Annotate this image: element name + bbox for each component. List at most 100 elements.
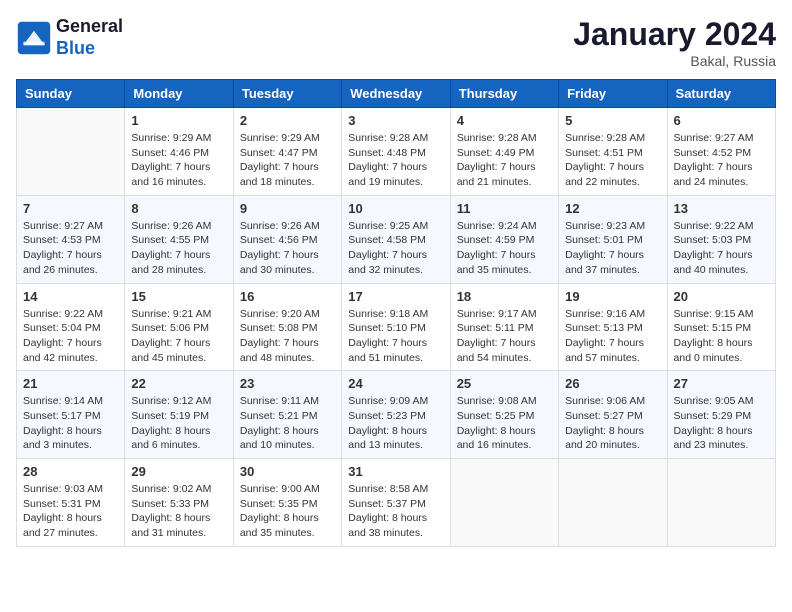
day-number: 22 (131, 376, 226, 391)
day-number: 27 (674, 376, 769, 391)
calendar-cell: 2Sunrise: 9:29 AMSunset: 4:47 PMDaylight… (233, 108, 341, 196)
calendar-cell: 18 Sunrise: 9:17 AMSunset: 5:11 PMDayligh… (450, 283, 558, 371)
day-info: Sunrise: 9:02 AMSunset: 5:33 PMDaylight:… (131, 482, 226, 541)
day-number: 10 (348, 201, 443, 216)
day-number: 4 (457, 113, 552, 128)
column-header-sunday: Sunday (17, 80, 125, 108)
day-info: Sunrise: 9:00 AMSunset: 5:35 PMDaylight:… (240, 482, 335, 541)
calendar-cell: 3 Sunrise: 9:28 AMSunset: 4:48 PMDaylight… (342, 108, 450, 196)
day-info: Sunrise: 9:21 AMSunset: 5:06 PMDaylight:… (131, 307, 226, 366)
logo-line1: General (56, 16, 123, 38)
column-header-saturday: Saturday (667, 80, 775, 108)
calendar-cell: 9 Sunrise: 9:26 AMSunset: 4:56 PMDaylight… (233, 195, 341, 283)
calendar-cell (450, 459, 558, 547)
calendar-cell: 13Sunrise: 9:22 AMSunset: 5:03 PMDayligh… (667, 195, 775, 283)
day-info: Sunrise: 9:26 AMSunset: 4:55 PMDaylight:… (131, 219, 226, 278)
column-header-monday: Monday (125, 80, 233, 108)
calendar-week-row: 21 Sunrise: 9:14 AMSunset: 5:17 PMDayligh… (17, 371, 776, 459)
calendar-cell (17, 108, 125, 196)
calendar-cell: 30 Sunrise: 9:00 AMSunset: 5:35 PMDayligh… (233, 459, 341, 547)
calendar-cell (667, 459, 775, 547)
day-number: 5 (565, 113, 660, 128)
day-info: Sunrise: 9:27 AMSunset: 4:53 PMDaylight:… (23, 219, 118, 278)
day-number: 9 (240, 201, 335, 216)
day-info: Sunrise: 9:11 AMSunset: 5:21 PMDaylight:… (240, 394, 335, 453)
calendar-table: SundayMondayTuesdayWednesdayThursdayFrid… (16, 79, 776, 547)
column-header-thursday: Thursday (450, 80, 558, 108)
calendar-cell: 22Sunrise: 9:12 AMSunset: 5:19 PMDayligh… (125, 371, 233, 459)
day-info: Sunrise: 9:15 AMSunset: 5:15 PMDaylight:… (674, 307, 769, 366)
calendar-cell: 1 Sunrise: 9:29 AMSunset: 4:46 PMDaylight… (125, 108, 233, 196)
day-number: 20 (674, 289, 769, 304)
calendar-cell: 24 Sunrise: 9:09 AMSunset: 5:23 PMDayligh… (342, 371, 450, 459)
day-number: 3 (348, 113, 443, 128)
column-header-friday: Friday (559, 80, 667, 108)
day-info: Sunrise: 9:14 AMSunset: 5:17 PMDaylight:… (23, 394, 118, 453)
calendar-header-row: SundayMondayTuesdayWednesdayThursdayFrid… (17, 80, 776, 108)
day-number: 8 (131, 201, 226, 216)
logo-text: General Blue (56, 16, 123, 59)
calendar-week-row: 7Sunrise: 9:27 AMSunset: 4:53 PMDaylight… (17, 195, 776, 283)
day-number: 14 (23, 289, 118, 304)
day-number: 16 (240, 289, 335, 304)
day-number: 6 (674, 113, 769, 128)
day-info: Sunrise: 9:22 AMSunset: 5:04 PMDaylight:… (23, 307, 118, 366)
day-number: 2 (240, 113, 335, 128)
day-number: 30 (240, 464, 335, 479)
calendar-cell: 15 Sunrise: 9:21 AMSunset: 5:06 PMDayligh… (125, 283, 233, 371)
day-info: Sunrise: 9:27 AMSunset: 4:52 PMDaylight:… (674, 131, 769, 190)
day-info: Sunrise: 9:09 AMSunset: 5:23 PMDaylight:… (348, 394, 443, 453)
location: Bakal, Russia (573, 53, 776, 69)
day-number: 18 (457, 289, 552, 304)
calendar-cell: 25Sunrise: 9:08 AMSunset: 5:25 PMDayligh… (450, 371, 558, 459)
month-title: January 2024 (573, 16, 776, 53)
calendar-cell (559, 459, 667, 547)
calendar-cell: 27Sunrise: 9:05 AMSunset: 5:29 PMDayligh… (667, 371, 775, 459)
calendar-week-row: 28 Sunrise: 9:03 AMSunset: 5:31 PMDayligh… (17, 459, 776, 547)
day-info: Sunrise: 9:06 AMSunset: 5:27 PMDaylight:… (565, 394, 660, 453)
day-info: Sunrise: 9:26 AMSunset: 4:56 PMDaylight:… (240, 219, 335, 278)
day-number: 15 (131, 289, 226, 304)
calendar-cell: 16 Sunrise: 9:20 AMSunset: 5:08 PMDayligh… (233, 283, 341, 371)
calendar-cell: 4 Sunrise: 9:28 AMSunset: 4:49 PMDaylight… (450, 108, 558, 196)
day-number: 31 (348, 464, 443, 479)
day-number: 17 (348, 289, 443, 304)
calendar-cell: 28 Sunrise: 9:03 AMSunset: 5:31 PMDayligh… (17, 459, 125, 547)
day-info: Sunrise: 9:28 AMSunset: 4:49 PMDaylight:… (457, 131, 552, 190)
calendar-cell: 8 Sunrise: 9:26 AMSunset: 4:55 PMDaylight… (125, 195, 233, 283)
day-info: Sunrise: 8:58 AMSunset: 5:37 PMDaylight:… (348, 482, 443, 541)
day-info: Sunrise: 9:08 AMSunset: 5:25 PMDaylight:… (457, 394, 552, 453)
logo: General Blue (16, 16, 123, 59)
day-info: Sunrise: 9:23 AMSunset: 5:01 PMDaylight:… (565, 219, 660, 278)
calendar-cell: 12Sunrise: 9:23 AMSunset: 5:01 PMDayligh… (559, 195, 667, 283)
column-header-wednesday: Wednesday (342, 80, 450, 108)
day-number: 28 (23, 464, 118, 479)
calendar-cell: 5Sunrise: 9:28 AMSunset: 4:51 PMDaylight… (559, 108, 667, 196)
day-info: Sunrise: 9:03 AMSunset: 5:31 PMDaylight:… (23, 482, 118, 541)
day-info: Sunrise: 9:29 AMSunset: 4:46 PMDaylight:… (131, 131, 226, 190)
day-info: Sunrise: 9:24 AMSunset: 4:59 PMDaylight:… (457, 219, 552, 278)
calendar-cell: 26Sunrise: 9:06 AMSunset: 5:27 PMDayligh… (559, 371, 667, 459)
day-number: 21 (23, 376, 118, 391)
day-number: 1 (131, 113, 226, 128)
calendar-cell: 20 Sunrise: 9:15 AMSunset: 5:15 PMDayligh… (667, 283, 775, 371)
calendar-cell: 31 Sunrise: 8:58 AMSunset: 5:37 PMDayligh… (342, 459, 450, 547)
day-info: Sunrise: 9:28 AMSunset: 4:48 PMDaylight:… (348, 131, 443, 190)
calendar-cell: 11Sunrise: 9:24 AMSunset: 4:59 PMDayligh… (450, 195, 558, 283)
day-number: 23 (240, 376, 335, 391)
calendar-cell: 29Sunrise: 9:02 AMSunset: 5:33 PMDayligh… (125, 459, 233, 547)
day-number: 24 (348, 376, 443, 391)
logo-icon (16, 20, 52, 56)
page-header: General Blue January 2024 Bakal, Russia (16, 16, 776, 69)
calendar-cell: 7Sunrise: 9:27 AMSunset: 4:53 PMDaylight… (17, 195, 125, 283)
day-info: Sunrise: 9:25 AMSunset: 4:58 PMDaylight:… (348, 219, 443, 278)
calendar-cell: 6 Sunrise: 9:27 AMSunset: 4:52 PMDaylight… (667, 108, 775, 196)
column-header-tuesday: Tuesday (233, 80, 341, 108)
day-info: Sunrise: 9:20 AMSunset: 5:08 PMDaylight:… (240, 307, 335, 366)
calendar-cell: 19Sunrise: 9:16 AMSunset: 5:13 PMDayligh… (559, 283, 667, 371)
day-info: Sunrise: 9:17 AMSunset: 5:11 PMDaylight:… (457, 307, 552, 366)
calendar-week-row: 1 Sunrise: 9:29 AMSunset: 4:46 PMDaylight… (17, 108, 776, 196)
day-info: Sunrise: 9:22 AMSunset: 5:03 PMDaylight:… (674, 219, 769, 278)
calendar-cell: 17Sunrise: 9:18 AMSunset: 5:10 PMDayligh… (342, 283, 450, 371)
calendar-week-row: 14 Sunrise: 9:22 AMSunset: 5:04 PMDayligh… (17, 283, 776, 371)
